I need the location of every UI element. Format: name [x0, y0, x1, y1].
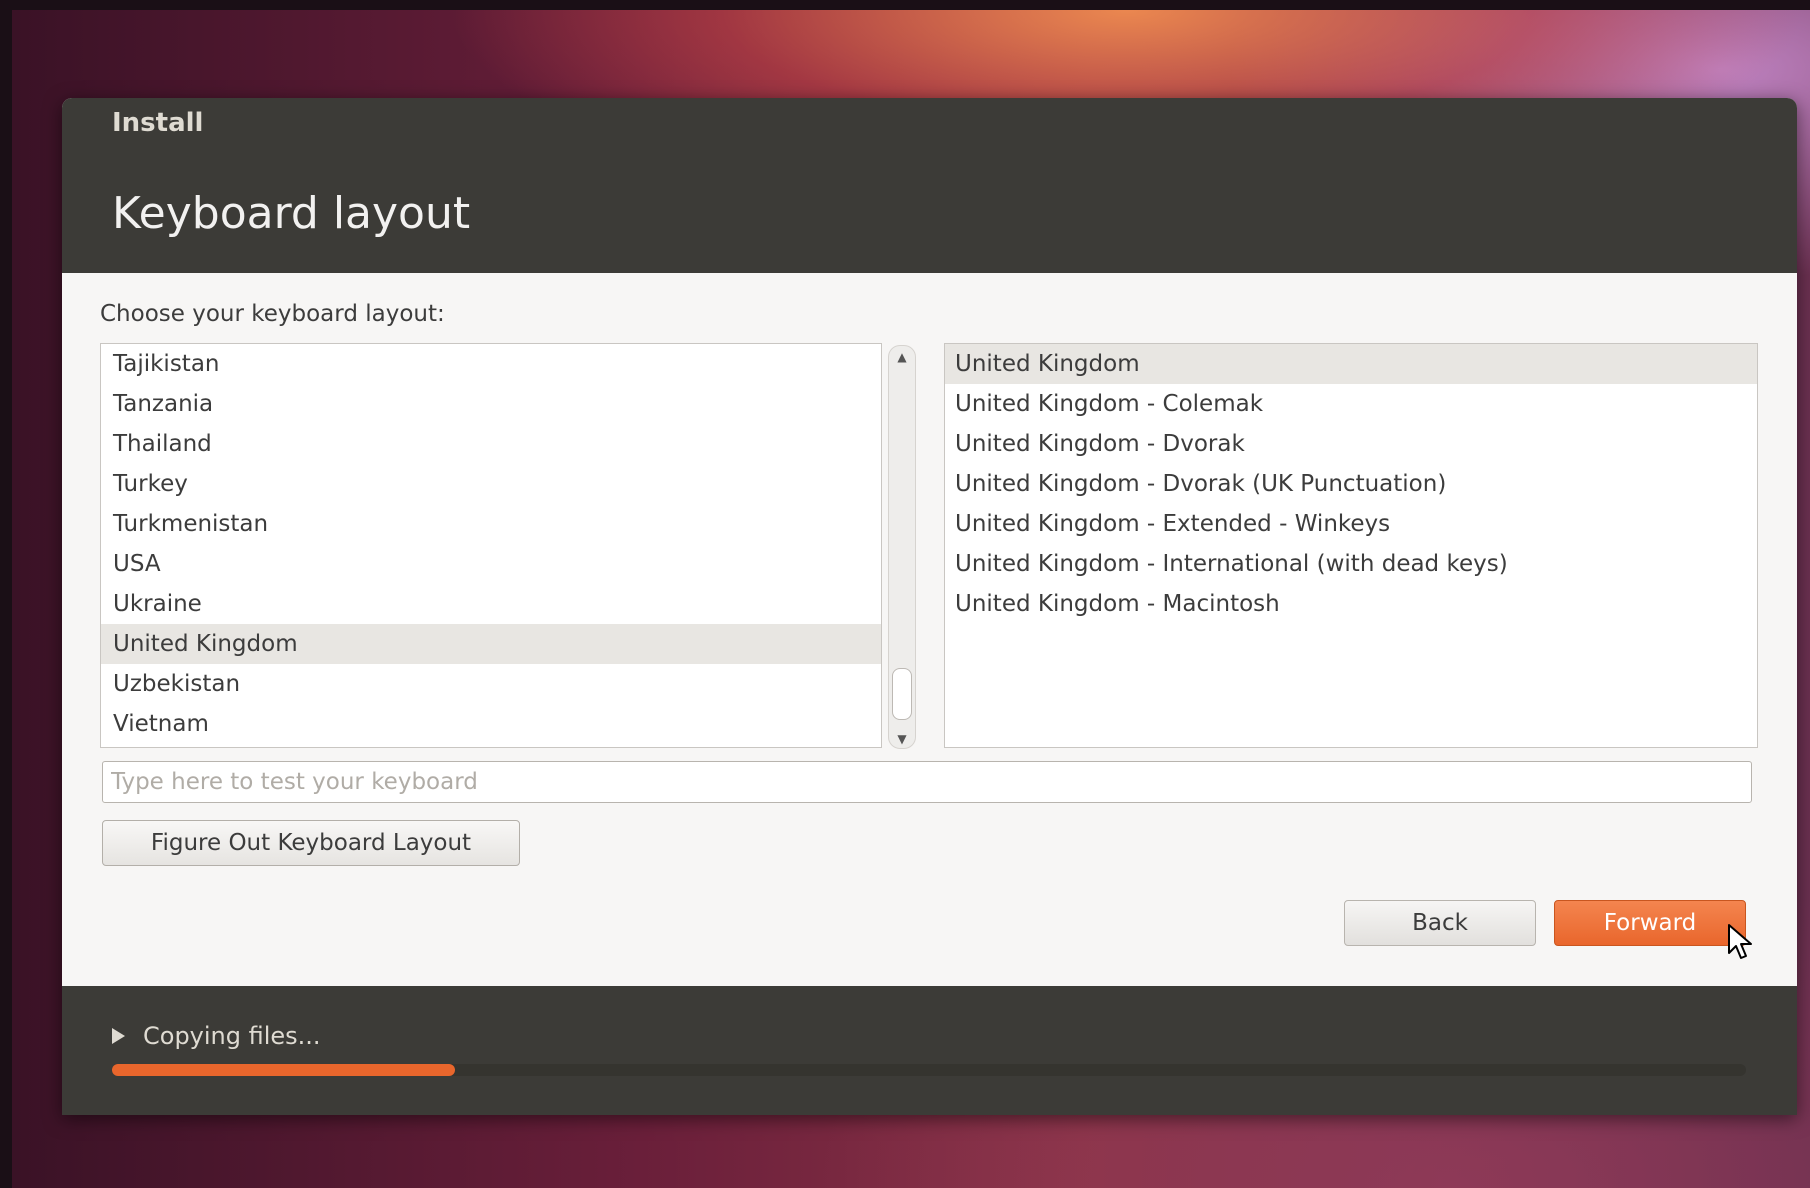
scroll-up-arrow-icon[interactable]: ▲ [889, 350, 915, 364]
scroll-thumb[interactable] [892, 668, 912, 720]
country-list-item[interactable]: Ukraine [101, 584, 881, 624]
variant-list-item[interactable]: United Kingdom - International (with dea… [945, 544, 1757, 584]
country-list-item[interactable]: Turkmenistan [101, 504, 881, 544]
status-footer: Copying files... [62, 986, 1797, 1115]
window-header: Install Keyboard layout [62, 98, 1797, 273]
country-list-item[interactable]: Thailand [101, 424, 881, 464]
variant-list-item[interactable]: United Kingdom - Extended - Winkeys [945, 504, 1757, 544]
page-title: Keyboard layout [112, 188, 471, 239]
country-list-item[interactable]: Tanzania [101, 384, 881, 424]
status-toggle[interactable]: Copying files... [112, 1022, 321, 1050]
progress-fill [112, 1064, 456, 1076]
variant-list-item[interactable]: United Kingdom - Macintosh [945, 584, 1757, 624]
variant-list-item[interactable]: United Kingdom - Colemak [945, 384, 1757, 424]
variant-list-item[interactable]: United Kingdom - Dvorak (UK Punctuation) [945, 464, 1757, 504]
country-list[interactable]: Tajikistan Tanzania Thailand Turkey Turkmeni… [100, 343, 882, 748]
country-list-item[interactable]: Tajikistan [101, 344, 881, 384]
variant-list[interactable]: United Kingdom United Kingdom - Colemak Un… [944, 343, 1758, 748]
country-list-item[interactable]: Uzbekistan [101, 664, 881, 704]
expand-triangle-icon[interactable] [112, 1028, 125, 1044]
variant-list-item[interactable]: United Kingdom - Dvorak [945, 424, 1757, 464]
forward-button[interactable]: Forward [1554, 900, 1746, 946]
back-button[interactable]: Back [1344, 900, 1536, 946]
scroll-down-arrow-icon[interactable]: ▼ [889, 732, 915, 746]
status-text: Copying files... [143, 1022, 321, 1050]
country-list-item[interactable]: USA [101, 544, 881, 584]
mouse-pointer-icon [1728, 924, 1752, 959]
progress-bar [112, 1064, 1746, 1076]
keyboard-test-input[interactable] [102, 761, 1752, 803]
content-area: Choose your keyboard layout: Tajikistan T… [62, 273, 1797, 986]
variant-list-item[interactable]: United Kingdom [945, 344, 1757, 384]
installer-window: Install Keyboard layout Choose your keyb… [62, 98, 1797, 1115]
country-list-item[interactable]: Turkey [101, 464, 881, 504]
choose-layout-label: Choose your keyboard layout: [100, 301, 445, 327]
figure-out-layout-button[interactable]: Figure Out Keyboard Layout [102, 820, 520, 866]
country-list-item[interactable]: United Kingdom [101, 624, 881, 664]
country-list-item[interactable]: Vietnam [101, 704, 881, 744]
country-list-scrollbar[interactable]: ▲ ▼ [888, 345, 916, 749]
window-title: Install [112, 108, 204, 138]
